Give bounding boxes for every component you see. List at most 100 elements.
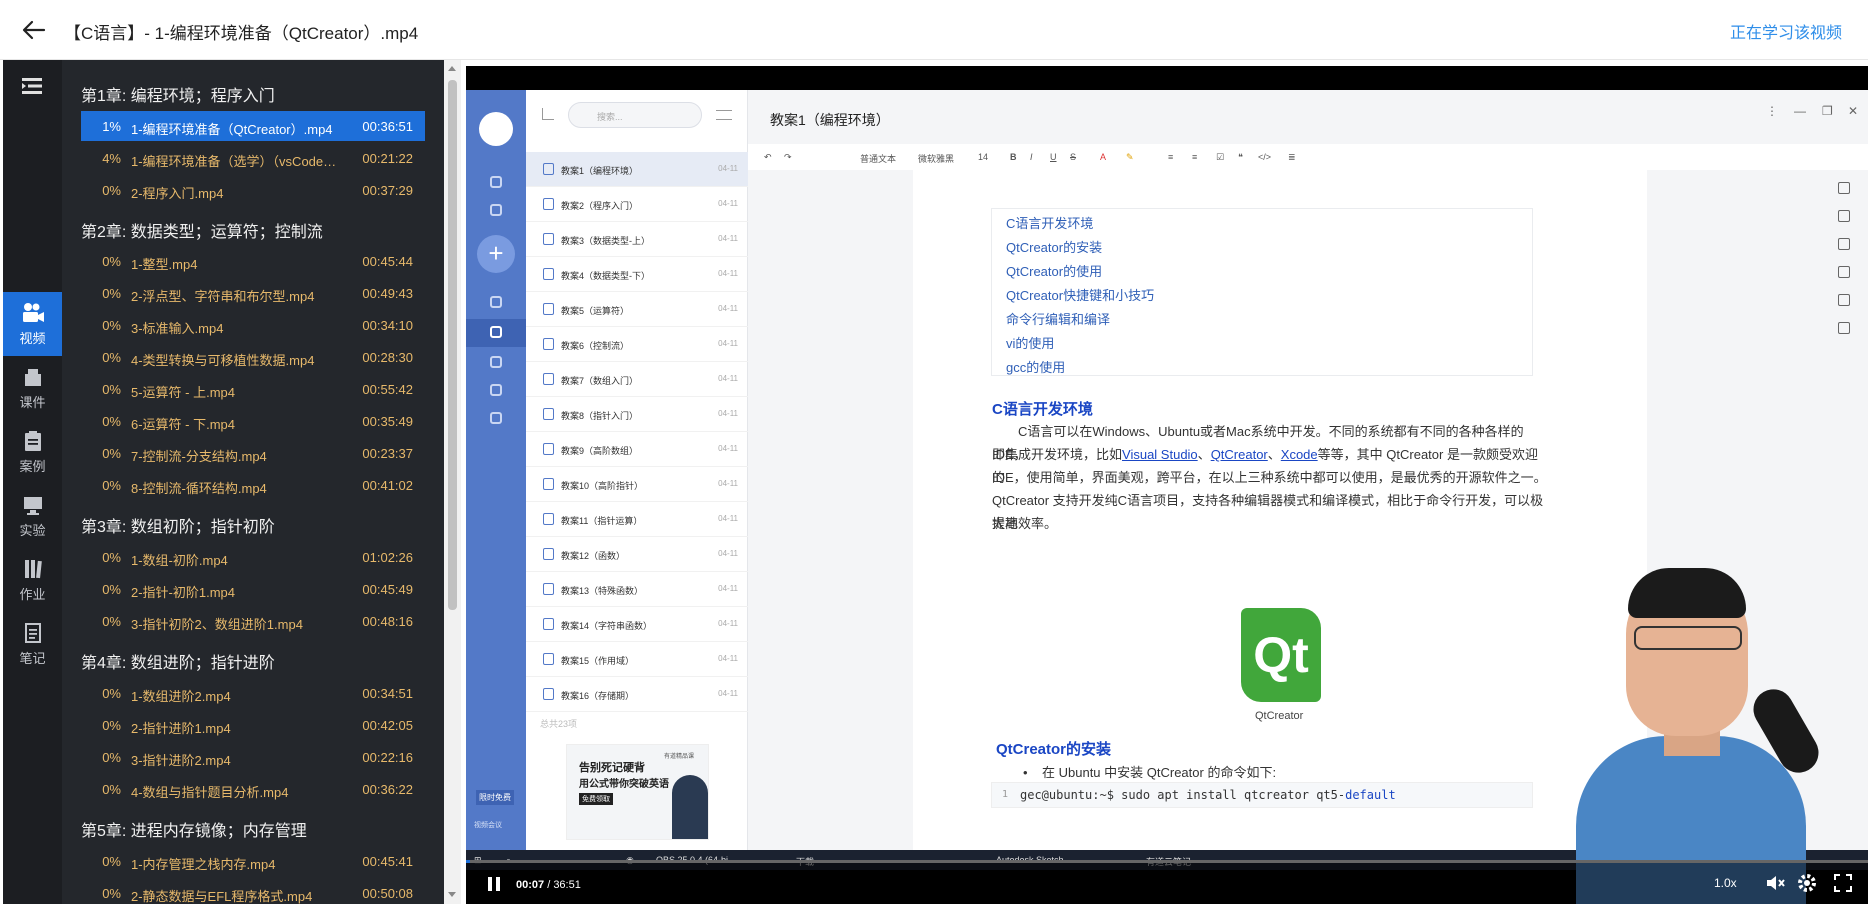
paragraph-style: 普通文本	[860, 154, 897, 164]
link-xcode: Xcode	[1280, 447, 1318, 462]
note-date: 04-11	[718, 654, 738, 663]
note-date: 04-11	[718, 374, 738, 383]
lesson-duration: 00:36:22	[362, 782, 413, 797]
scrollbar-thumb[interactable]	[448, 80, 457, 610]
font-size-select: 14	[978, 152, 989, 162]
lesson-duration: 00:22:16	[362, 750, 413, 765]
nav-notes[interactable]: 笔记	[3, 612, 62, 676]
lesson-item[interactable]: 0% 8-控制流-循环结构.mp4 00:41:02	[81, 470, 425, 500]
note-name: 教案16（存储期）	[561, 691, 635, 701]
font-color-icon: A	[1100, 152, 1107, 162]
nav-courseware[interactable]: 课件	[3, 356, 62, 420]
lesson-progress: 0%	[102, 886, 121, 901]
lesson-duration: 00:23:37	[362, 446, 413, 461]
nav-homework[interactable]: 作业	[3, 548, 62, 612]
note-doc-icon	[543, 303, 554, 315]
lesson-item[interactable]: 0% 1-数组-初阶.mp4 01:02:26	[81, 542, 425, 572]
presenter-webcam-image	[1516, 566, 1868, 904]
studying-this-video-link[interactable]: 正在学习该视频	[1730, 19, 1842, 43]
lesson-item[interactable]: 0% 2-浮点型、字符串和布尔型.mp4 00:49:43	[81, 278, 425, 308]
chapter-title: 第4章: 数组进阶；指针进阶	[81, 655, 275, 672]
lesson-progress: 0%	[102, 782, 121, 797]
bold-icon: B	[1010, 152, 1017, 162]
lesson-item[interactable]: 0% 2-静态数据与EFL程序格式.mp4 00:50:08	[81, 878, 425, 904]
scroll-up-arrow-icon[interactable]	[448, 66, 456, 71]
lesson-name: 1-整型.mp4	[131, 257, 198, 272]
note-date: 04-11	[718, 409, 738, 418]
back-up-icon	[542, 108, 554, 120]
para-env-3: IDE，使用简单，界面美观，跨平台，在以上三种系统中都可以使用，是最优秀的开源软…	[992, 470, 1547, 485]
code-icon: </>	[1258, 152, 1272, 162]
video-ad-banner: 告别死记硬背 用公式带你突破英语 免费领取 有道精品课	[566, 744, 709, 840]
lesson-item[interactable]: 0% 1-数组进阶2.mp4 00:34:51	[81, 678, 425, 708]
lesson-item[interactable]: 0% 3-标准输入.mp4 00:34:10	[81, 310, 425, 340]
lesson-item[interactable]: 0% 1-整型.mp4 00:45:44	[81, 246, 425, 276]
highlight-icon: ✎	[1126, 152, 1134, 162]
layers-icon	[490, 296, 502, 308]
lesson-name: 1-数组进阶2.mp4	[131, 689, 231, 704]
note-doc-icon	[543, 198, 554, 210]
lesson-item[interactable]: 0% 4-类型转换与可移植性数据.mp4 00:28:30	[81, 342, 425, 372]
lesson-item[interactable]: 0% 6-运算符 - 下.mp4 00:35:49	[81, 406, 425, 436]
lesson-item[interactable]: 0% 3-指针初阶2、数组进阶1.mp4 00:48:16	[81, 606, 425, 636]
lesson-item[interactable]: 0% 5-运算符 - 上.mp4 00:55:42	[81, 374, 425, 404]
note-name: 教案4（数据类型-下）	[561, 271, 651, 281]
collapse-menu-icon[interactable]	[20, 74, 44, 98]
lesson-progress: 0%	[102, 350, 121, 365]
note-doc-icon	[543, 163, 554, 175]
tool-icon	[1838, 266, 1850, 278]
align-icon: ≣	[1288, 152, 1296, 162]
tool-icon	[1838, 322, 1850, 334]
nav-lab[interactable]: 实验	[3, 484, 62, 548]
time-display: 00:07 / 36:51	[516, 879, 581, 891]
note-doc-icon	[543, 548, 554, 560]
video-progress-bar[interactable]	[466, 860, 1868, 863]
strikethrough-icon: S	[1070, 152, 1077, 162]
lesson-item[interactable]: 4% 1-编程环境准备（选学）（vsCode）.mp4 00:21:22	[81, 143, 425, 173]
fullscreen-icon[interactable]	[1832, 872, 1854, 894]
lesson-item[interactable]: 0% 1-内存管理之栈内存.mp4 00:45:41	[81, 846, 425, 876]
top-bar: 【C语言】- 1-编程环境准备（QtCreator）.mp4 正在学习该视频	[0, 0, 1868, 60]
volume-mute-icon[interactable]	[1764, 872, 1786, 894]
lesson-item[interactable]: 0% 2-指针-初阶1.mp4 00:45:49	[81, 574, 425, 604]
lesson-progress: 0%	[102, 183, 121, 198]
lesson-progress: 0%	[102, 318, 121, 333]
lesson-name: 1-编程环境准备（QtCreator）.mp4	[131, 122, 333, 137]
lesson-item[interactable]: 1% 1-编程环境准备（QtCreator）.mp4 00:36:51	[81, 111, 425, 141]
lesson-item[interactable]: 0% 3-指针进阶2.mp4 00:22:16	[81, 742, 425, 772]
note-name: 教案10（高阶指针）	[561, 481, 644, 491]
settings-gear-icon[interactable]	[1796, 872, 1818, 894]
nav-cases[interactable]: 案例	[3, 420, 62, 484]
lesson-item[interactable]: 0% 7-控制流-分支结构.mp4 00:23:37	[81, 438, 425, 468]
window-more-icon: ⋮	[1766, 104, 1778, 118]
chapter-list-scrollbar[interactable]	[444, 60, 461, 904]
heading-c-env: C语言开发环境	[992, 401, 1093, 418]
video-note-item: 教案3（数据类型-上） 04-11	[526, 222, 748, 257]
note-doc-icon	[543, 653, 554, 665]
back-arrow-icon[interactable]	[20, 16, 48, 44]
ad-tag: 免费领取	[579, 793, 613, 805]
lesson-item[interactable]: 0% 2-指针进阶1.mp4 00:42:05	[81, 710, 425, 740]
lesson-progress: 0%	[102, 382, 121, 397]
diamond-icon	[490, 176, 502, 188]
video-player[interactable]: + 限时免费 视频会议 搜索... 教案1（编程环境） 04-11 教案2（程序入门…	[466, 66, 1868, 904]
lesson-duration: 00:34:51	[362, 686, 413, 701]
page-title: 【C语言】- 1-编程环境准备（QtCreator）.mp4	[64, 24, 419, 43]
lesson-item[interactable]: 0% 4-数组与指针题目分析.mp4 00:36:22	[81, 774, 425, 804]
lesson-name: 3-指针进阶2.mp4	[131, 753, 231, 768]
scroll-down-arrow-icon[interactable]	[448, 892, 456, 897]
playback-speed-button[interactable]: 1.0x	[1714, 876, 1737, 890]
toc-item: QtCreator的使用	[1006, 264, 1103, 279]
code-text: gec@ubuntu:~$ sudo apt install qtcreator…	[1020, 788, 1396, 802]
chapter-title: 第2章: 数据类型；运算符；控制流	[81, 224, 323, 241]
lesson-duration: 00:45:49	[362, 582, 413, 597]
video-note-item: 教案1（编程环境） 04-11	[526, 152, 748, 187]
video-note-item: 教案15（作用域） 04-11	[526, 642, 748, 677]
video-note-item: 教案7（数组入门） 04-11	[526, 362, 748, 397]
lesson-duration: 00:48:16	[362, 614, 413, 629]
qt-logo-image: Qt	[1241, 608, 1321, 702]
lesson-duration: 00:50:08	[362, 886, 413, 901]
pause-icon[interactable]	[484, 874, 504, 894]
nav-video[interactable]: 视频	[3, 292, 62, 356]
lesson-item[interactable]: 0% 2-程序入门.mp4 00:37:29	[81, 175, 425, 205]
